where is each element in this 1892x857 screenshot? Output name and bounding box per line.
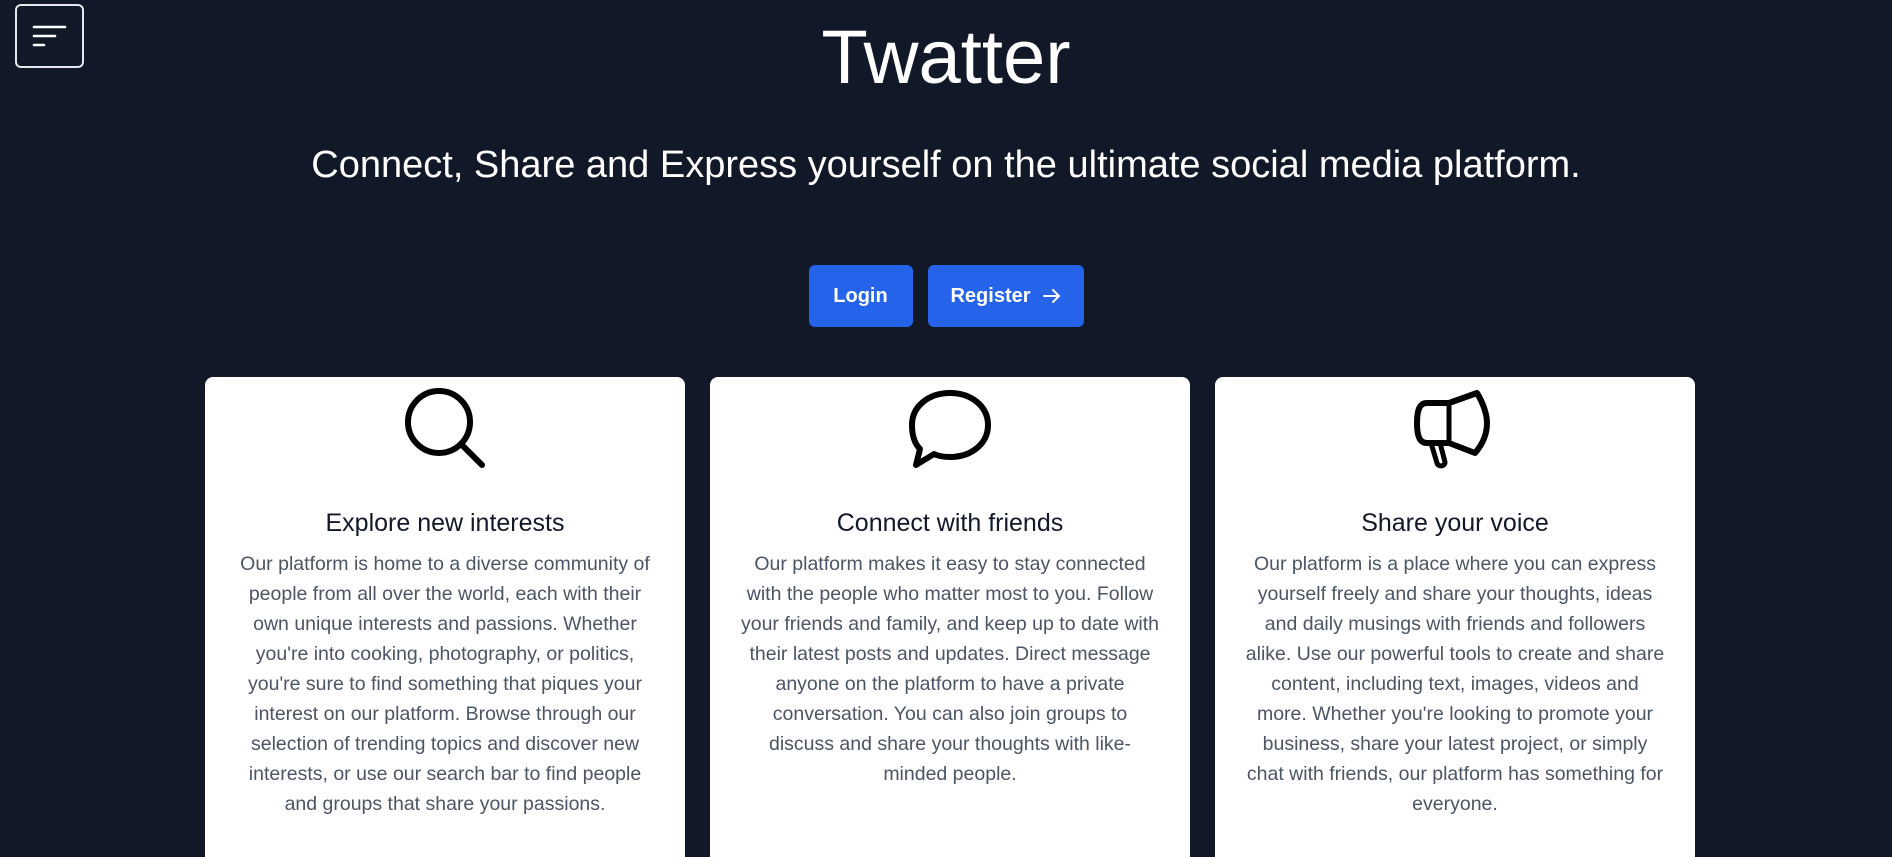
feature-card-explore: Explore new interests Our platform is ho… [205, 377, 685, 857]
page-subtitle: Connect, Share and Express yourself on t… [311, 144, 1581, 186]
magnifier-icon [405, 388, 485, 468]
login-button-label: Login [833, 284, 888, 307]
speech-bubble-icon [909, 390, 991, 468]
feature-card-share: Share your voice Our platform is a place… [1215, 377, 1695, 857]
feature-text: Our platform is home to a diverse commun… [240, 553, 650, 815]
feature-text: Our platform makes it easy to stay conne… [740, 553, 1160, 785]
feature-title: Share your voice [1361, 509, 1549, 537]
page-title: Twatter [821, 15, 1071, 100]
auth-actions: Login Register [0, 265, 1892, 327]
megaphone-icon [1414, 390, 1490, 469]
feature-text: Our platform is a place where you can ex… [1245, 553, 1665, 815]
register-button-label: Register [950, 284, 1031, 307]
register-button[interactable]: Register [927, 265, 1084, 327]
feature-card-connect: Connect with friends Our platform makes … [710, 377, 1190, 857]
arrow-right-icon [1042, 289, 1060, 303]
login-button[interactable]: Login [808, 265, 913, 327]
landing-page: Twatter Connect, Share and Express yours… [0, 0, 1892, 857]
feature-title: Explore new interests [325, 509, 565, 537]
feature-title: Connect with friends [836, 509, 1064, 537]
feature-cards: Explore new interests Our platform is ho… [205, 377, 1695, 857]
